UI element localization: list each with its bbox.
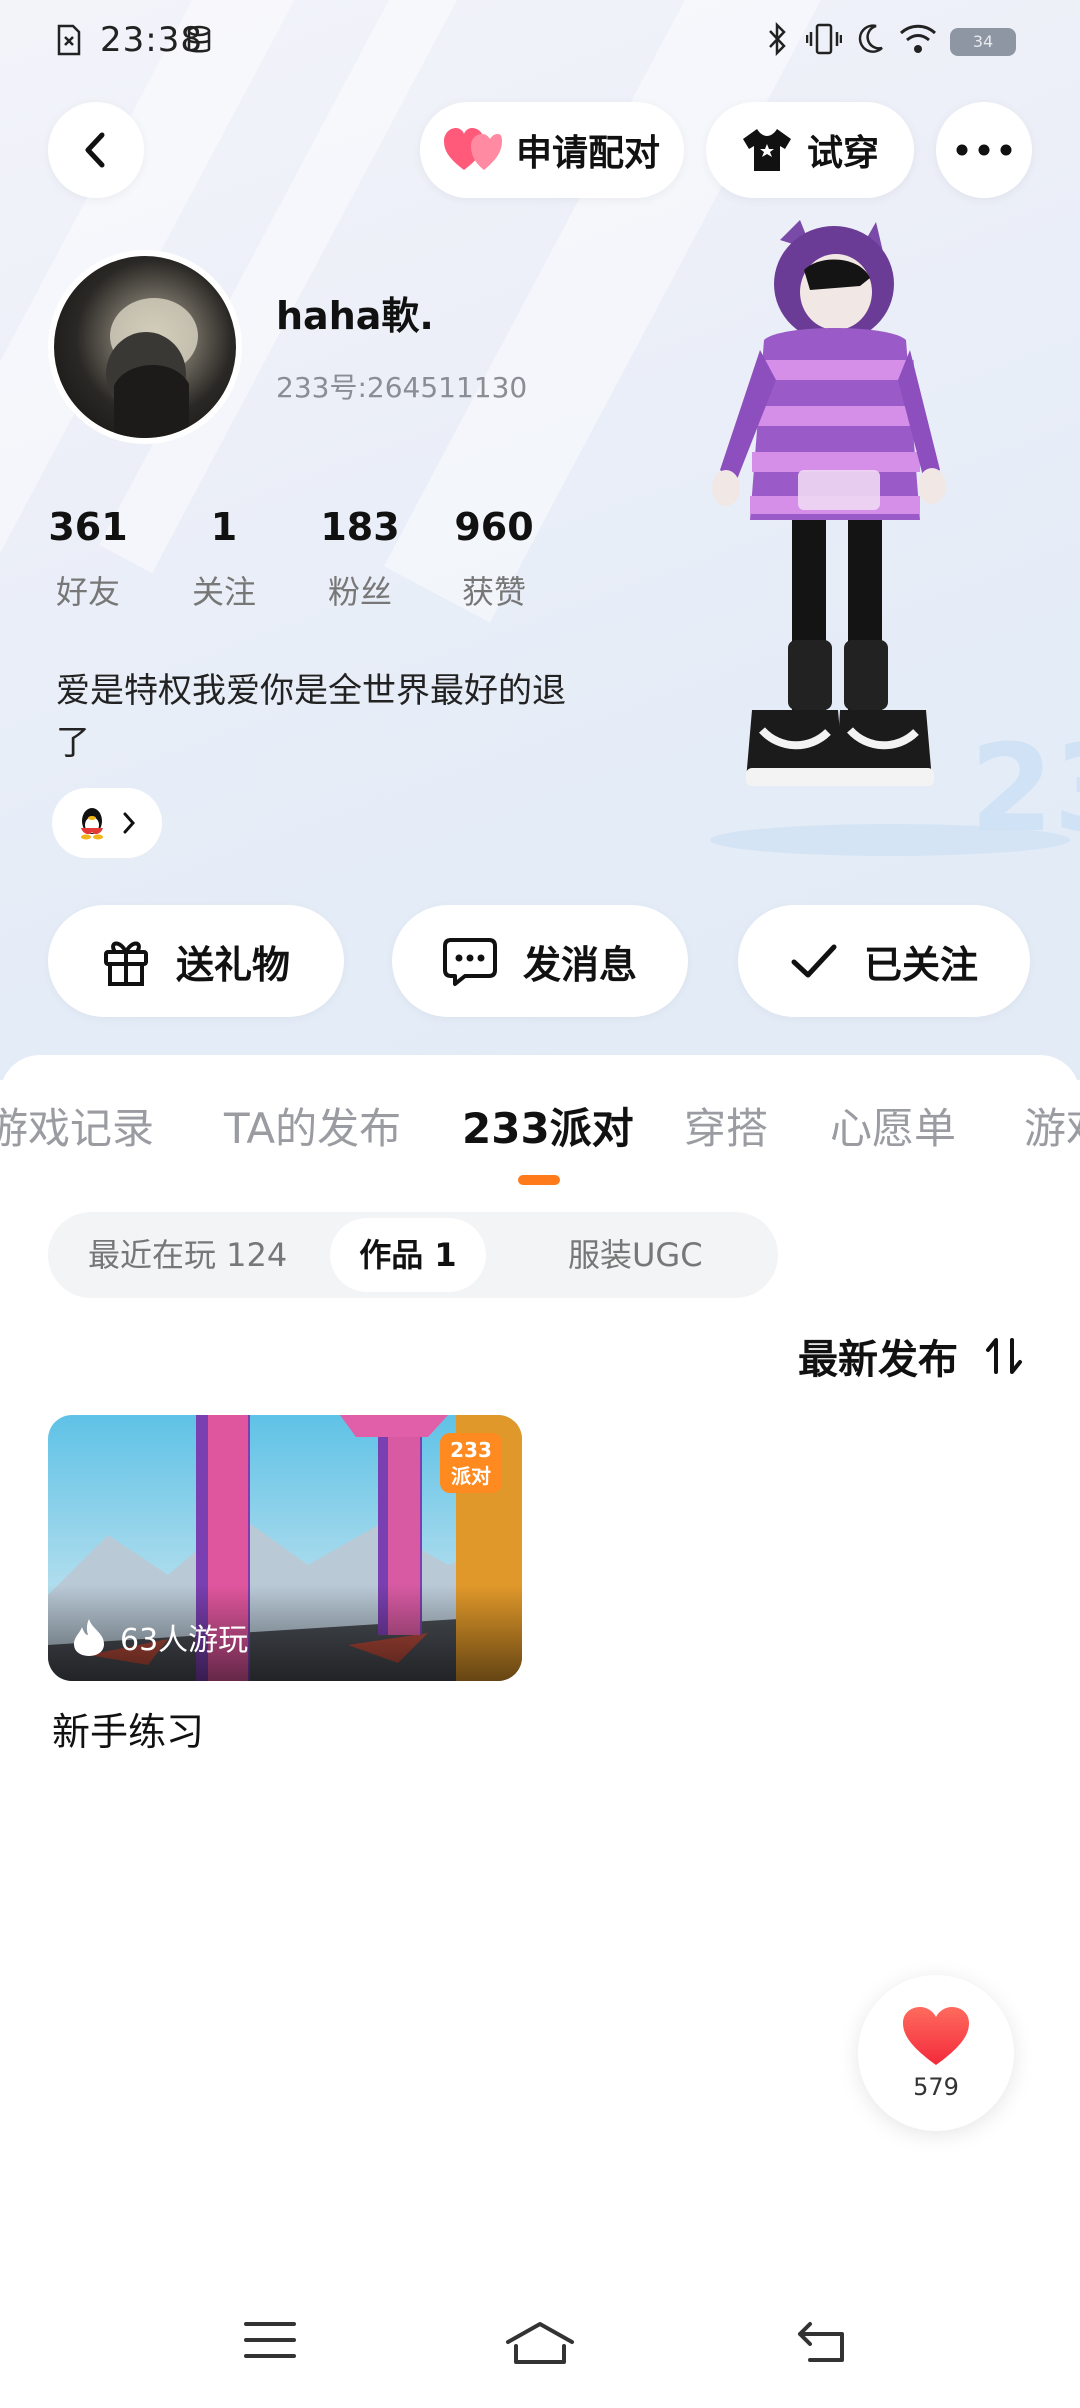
stat-following[interactable]: 1 关注 [164, 505, 284, 613]
avatar[interactable] [48, 250, 242, 444]
try-on-button[interactable]: 试穿 [706, 102, 914, 198]
tab-outfits[interactable]: 穿搭 [684, 1095, 768, 1156]
tab-wishlist[interactable]: 心愿单 [830, 1095, 956, 1156]
tab-game-records[interactable]: 游戏记录 [0, 1095, 154, 1156]
apply-pair-button[interactable]: 申请配对 [420, 102, 684, 198]
avatar-photo [106, 298, 198, 438]
send-message-label: 发消息 [522, 942, 637, 987]
sort-arrows-icon [986, 1338, 1022, 1374]
vibrate-icon [806, 23, 842, 55]
tshirt-icon [742, 129, 791, 171]
flame-icon [74, 1619, 104, 1656]
profile-tabs: 游戏记录 TA的发布 233派对 穿搭 心愿单 游戏 [0, 1095, 1080, 1175]
send-message-button[interactable]: 发消息 [392, 905, 688, 1017]
stat-friends-label: 好友 [55, 573, 120, 611]
stat-friends[interactable]: 361 好友 [28, 505, 148, 613]
stat-following-count: 1 [210, 505, 238, 549]
try-on-label: 试穿 [806, 133, 879, 174]
data-usage-icon [187, 25, 211, 53]
tab-ta-posts[interactable]: TA的发布 [224, 1095, 401, 1156]
system-navigation-bar [0, 2290, 1080, 2408]
stat-following-label: 关注 [191, 573, 256, 611]
stat-likes[interactable]: 960 获赞 [434, 505, 554, 613]
back-nav-icon[interactable] [796, 2320, 848, 2364]
back-button[interactable] [48, 102, 144, 198]
checkmark-icon [791, 944, 837, 978]
sort-toggle[interactable]: 最新发布 [798, 1327, 1024, 1385]
chevron-right-icon [123, 812, 136, 834]
send-gift-button[interactable]: 送礼物 [48, 905, 344, 1017]
party-badge-line2: 派对 [451, 1464, 491, 1488]
profile-bio: 爱是特权我爱你是全世界最好的退了 [56, 671, 566, 763]
more-dots-icon [956, 144, 1012, 156]
stat-followers[interactable]: 183 粉丝 [300, 505, 420, 613]
more-button[interactable] [936, 102, 1032, 198]
like-count: 579 [913, 2073, 959, 2101]
avatar-3d-character[interactable]: 233 [700, 220, 1080, 860]
send-gift-label: 送礼物 [175, 942, 290, 987]
hearts-icon [443, 128, 502, 170]
stat-likes-label: 获赞 [461, 573, 526, 611]
party-badge: 233 派对 [440, 1433, 502, 1493]
party-badge-line1: 233 [450, 1438, 492, 1462]
following-button[interactable]: 已关注 [738, 905, 1030, 1017]
heart-icon [903, 2007, 969, 2065]
work-card[interactable]: 233 派对 63人游玩 [48, 1415, 522, 1681]
chat-bubble-icon [442, 938, 497, 986]
qq-penguin-icon [81, 808, 103, 840]
work-title[interactable]: 新手练习 [52, 1701, 204, 1756]
menu-icon[interactable] [244, 2320, 296, 2360]
content-panel: 游戏记录 TA的发布 233派对 穿搭 心愿单 游戏 最近在玩 124 作品 1… [0, 1055, 1080, 2408]
bluetooth-icon [769, 22, 786, 56]
user-id[interactable]: 233号:264511130 [276, 366, 527, 406]
sim-card-icon [57, 24, 81, 56]
apply-pair-label: 申请配对 [515, 133, 660, 174]
stat-followers-count: 183 [320, 505, 400, 549]
moon-icon [858, 24, 883, 53]
play-count-text: 63人游玩 [120, 1623, 249, 1658]
like-fab[interactable]: 579 [858, 1975, 1014, 2131]
svg-text:233: 233 [970, 720, 1080, 859]
status-bar: 23:38 34 [0, 0, 1080, 90]
stat-friends-count: 361 [48, 505, 128, 549]
wifi-icon [899, 24, 937, 53]
tab-233-party[interactable]: 233派对 [462, 1095, 634, 1156]
stat-likes-count: 960 [454, 505, 534, 549]
stat-followers-label: 粉丝 [327, 573, 392, 611]
sort-label: 最新发布 [798, 1337, 958, 1383]
chevron-left-icon [85, 132, 105, 168]
subtab-works[interactable]: 作品 1 [330, 1218, 486, 1292]
play-count: 63人游玩 [72, 1615, 248, 1659]
battery-indicator: 34 [950, 28, 1016, 56]
sub-tabs: 最近在玩 124 作品 1 服装UGC [48, 1212, 778, 1298]
subtab-clothing-ugc[interactable]: 服装UGC [568, 1212, 703, 1298]
home-icon[interactable] [504, 2320, 576, 2366]
gift-icon [103, 941, 148, 986]
tab-games[interactable]: 游戏 [1024, 1095, 1080, 1156]
active-tab-indicator [518, 1175, 560, 1185]
following-label: 已关注 [863, 942, 978, 987]
social-link-chip[interactable] [52, 788, 162, 858]
username: haha軟. [276, 294, 434, 338]
subtab-recently-played[interactable]: 最近在玩 124 [88, 1212, 287, 1298]
